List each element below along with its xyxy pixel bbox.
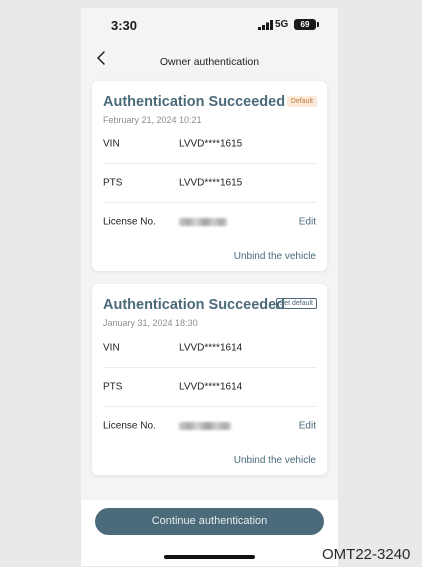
pts-label: PTS [103,177,123,189]
card-title: Authentication Succeeded [103,297,286,313]
network-type: 5G [275,19,289,30]
vin-value: LVVD****1615 [179,138,243,150]
auth-card-2: Authentication Succeeded Set default Jan… [92,284,327,475]
license-label: License No. [103,420,156,432]
vin-row: VIN LVVD****1615 [103,125,316,164]
battery-icon: 69 [294,19,319,30]
phone-screen: 3:30 5G 69 Owner authentication Authenti… [81,8,338,566]
vin-label: VIN [103,138,120,150]
battery-level: 69 [300,20,310,29]
license-value-blurred [179,422,231,430]
vin-label: VIN [103,342,120,354]
pts-value: LVVD****1615 [179,177,243,189]
license-value-blurred [179,218,227,226]
status-bar: 3:30 5G 69 [81,8,338,38]
auth-date: January 31, 2024 18:30 [103,318,198,328]
default-badge: Default [286,96,317,107]
auth-date: February 21, 2024 10:21 [103,115,202,125]
license-label: License No. [103,216,156,228]
pts-value: LVVD****1614 [179,381,243,393]
pts-row: PTS LVVD****1614 [103,368,316,407]
unbind-vehicle-button[interactable]: Unbind the vehicle [234,455,316,466]
status-time: 3:30 [111,18,138,33]
pts-label: PTS [103,381,123,393]
edit-license-button[interactable]: Edit [299,217,316,228]
license-row: License No. Edit [103,203,316,241]
signal-icon [258,20,273,30]
edit-license-button[interactable]: Edit [299,421,316,432]
unbind-vehicle-button[interactable]: Unbind the vehicle [234,251,316,262]
auth-card-1: Authentication Succeeded Default Februar… [92,81,327,271]
license-row: License No. Edit [103,407,316,445]
page-title: Owner authentication [159,56,260,68]
figure-code: OMT22-3240 [322,546,411,563]
pts-row: PTS LVVD****1615 [103,164,316,203]
vin-row: VIN LVVD****1614 [103,329,316,368]
vin-value: LVVD****1614 [179,342,243,354]
set-default-button[interactable]: Set default [275,298,317,309]
continue-authentication-button[interactable]: Continue authentication [95,508,324,535]
nav-bar: Owner authentication [81,44,338,74]
card-title: Authentication Succeeded [103,94,286,110]
home-indicator [164,555,255,559]
